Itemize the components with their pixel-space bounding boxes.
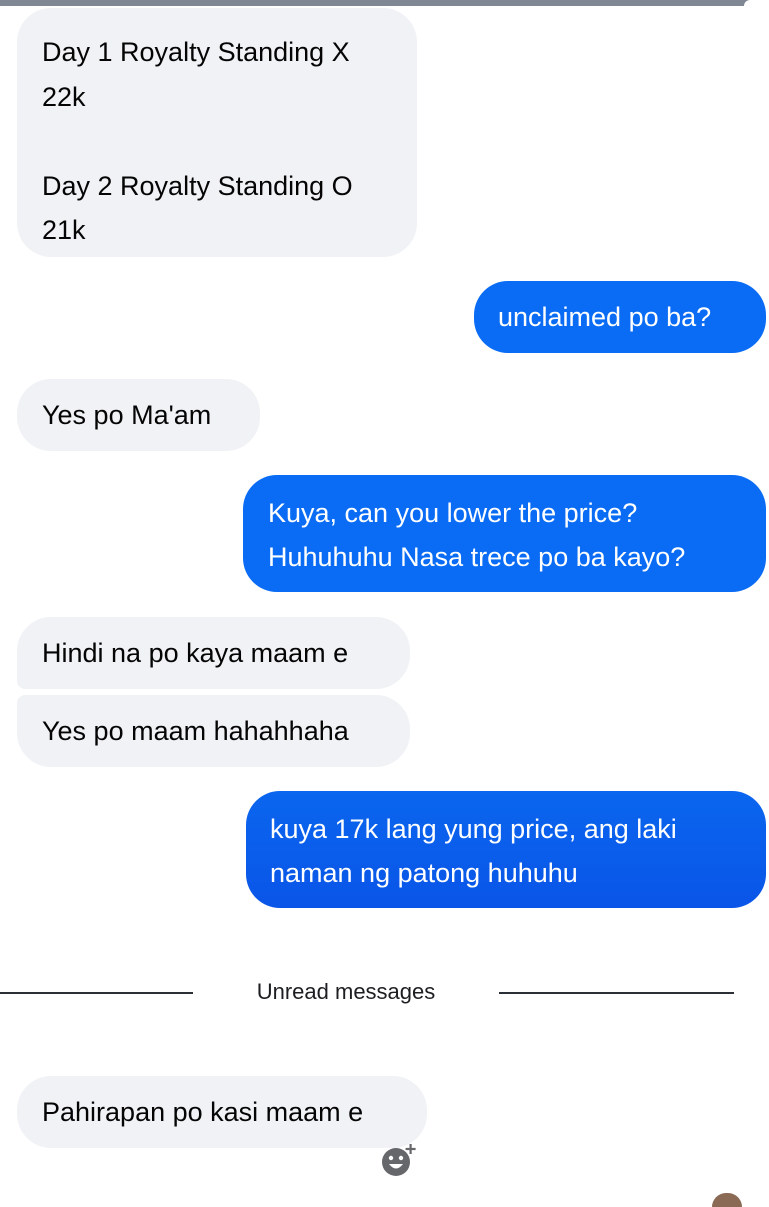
incoming-message-bubble[interactable]: Yes po Ma'am <box>17 379 260 451</box>
incoming-message-bubble[interactable]: Yes po maam hahahhaha <box>17 695 410 767</box>
incoming-message-bubble[interactable]: Pahirapan po kasi maam e <box>17 1076 427 1148</box>
avatar[interactable] <box>712 1193 742 1207</box>
unread-messages-divider: Unread messages <box>256 979 436 1004</box>
top-edge-corner <box>744 0 769 6</box>
outgoing-message-bubble[interactable]: kuya 17k lang yung price, ang laki naman… <box>246 791 766 908</box>
outgoing-message-bubble[interactable]: Kuya, can you lower the price? Huhuhuhu … <box>243 475 766 592</box>
outgoing-message-bubble[interactable]: unclaimed po ba? <box>474 281 766 353</box>
divider-line-left <box>0 992 193 994</box>
incoming-message-bubble[interactable]: Hindi na po kaya maam e <box>17 617 410 689</box>
top-edge-bar <box>0 0 769 6</box>
divider-line-right <box>499 992 734 994</box>
incoming-message-bubble[interactable]: Day 1 Royalty Standing X 22k Day 2 Royal… <box>17 8 417 257</box>
add-reaction-icon[interactable] <box>380 1142 420 1178</box>
